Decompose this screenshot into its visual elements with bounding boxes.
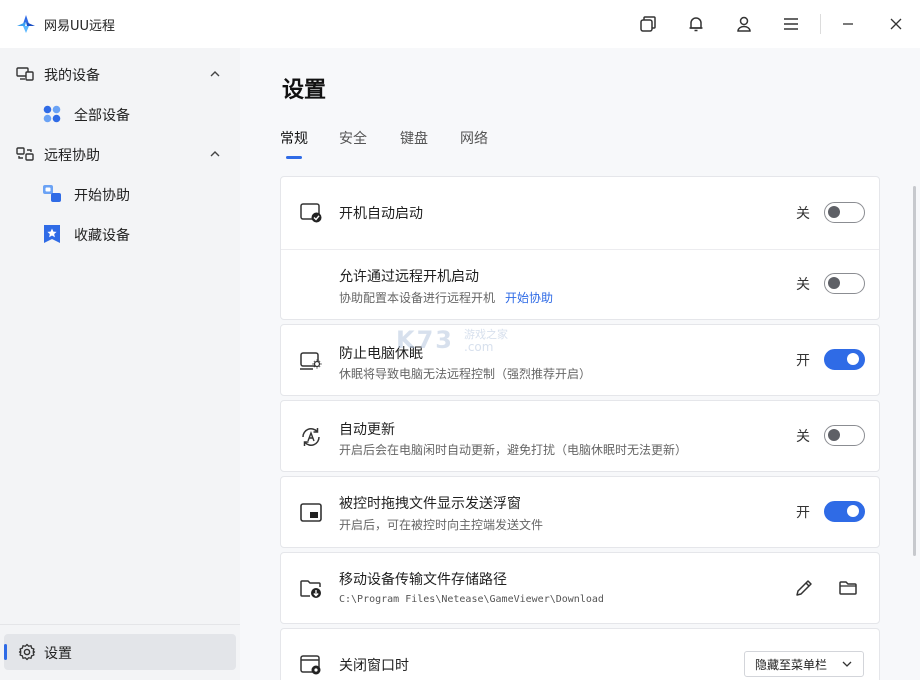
sidebar-item-label: 开始协助 xyxy=(74,188,130,204)
title-bar: 网易UU远程 xyxy=(0,0,920,48)
monitor-check-icon xyxy=(300,203,322,223)
scrollbar[interactable] xyxy=(913,186,916,556)
main-menu-button[interactable] xyxy=(779,12,803,36)
tab-security[interactable]: 安全 xyxy=(339,128,367,148)
toggle-state-label: 关 xyxy=(796,429,810,445)
setting-subtitle: 休眠将导致电脑无法远程控制（强烈推荐开启） xyxy=(339,367,592,381)
close-icon xyxy=(890,18,902,30)
prevent-sleep-toggle[interactable] xyxy=(824,349,865,370)
main-content: 设置 常规 安全 键盘 网络 开机自动启动 关 允许通过远程开机启动 协助配置本… xyxy=(240,48,920,680)
setting-subtitle: 开启后会在电脑闲时自动更新，避免打扰（电脑休眠时无法更新） xyxy=(339,443,688,457)
remote-boot-toggle[interactable] xyxy=(824,273,865,294)
setting-row-remote-boot: 允许通过远程开机启动 协助配置本设备进行远程开机 开始协助 关 xyxy=(281,250,881,320)
remote-assist-icon xyxy=(16,147,34,161)
settings-card-auto-update: 自动更新 开启后会在电脑闲时自动更新，避免打扰（电脑休眠时无法更新） 关 xyxy=(280,400,880,472)
notifications-button[interactable] xyxy=(684,12,708,36)
auto-start-toggle[interactable] xyxy=(824,202,865,223)
minimize-button[interactable] xyxy=(836,12,860,36)
floating-window-icon xyxy=(300,503,322,522)
close-window-select-value: 隐藏至菜单栏 xyxy=(755,658,828,672)
user-icon xyxy=(737,16,751,32)
close-button[interactable] xyxy=(884,12,908,36)
sidebar-divider xyxy=(0,624,240,625)
toggle-state-label: 开 xyxy=(796,353,810,369)
page-title: 设置 xyxy=(282,78,327,103)
setting-subtitle-text: 协助配置本设备进行远程开机 xyxy=(339,291,496,305)
start-assist-link[interactable]: 开始协助 xyxy=(505,291,553,305)
setting-row-auto-start: 开机自动启动 关 xyxy=(281,177,881,249)
monitor-sun-icon xyxy=(300,352,322,370)
toggle-state-label: 关 xyxy=(796,277,810,293)
auto-update-toggle[interactable] xyxy=(824,425,865,446)
sidebar-item-all-devices[interactable]: 全部设备 xyxy=(0,94,240,134)
window-copy-button[interactable] xyxy=(636,12,660,36)
chevron-up-icon xyxy=(210,151,220,157)
drag-file-toggle[interactable] xyxy=(824,501,865,522)
toggle-state-label: 关 xyxy=(796,206,810,222)
watermark: K73 游戏之家 .com xyxy=(396,326,526,358)
toggle-state-label: 开 xyxy=(796,505,810,521)
favorite-icon xyxy=(44,225,60,243)
tab-network[interactable]: 网络 xyxy=(460,128,488,148)
edit-icon[interactable] xyxy=(793,577,815,599)
minimize-icon xyxy=(843,23,853,25)
setting-title: 被控时拖拽文件显示发送浮窗 xyxy=(339,496,521,512)
active-indicator xyxy=(4,644,7,660)
setting-subtitle: 协助配置本设备进行远程开机 开始协助 xyxy=(339,289,553,306)
settings-card-prevent-sleep: 防止电脑休眠 休眠将导致电脑无法远程控制（强烈推荐开启） 开 xyxy=(280,324,880,396)
folder-icon[interactable] xyxy=(837,577,859,599)
tab-active-underline xyxy=(286,156,302,159)
menu-icon xyxy=(784,18,798,30)
sidebar-item-label: 设置 xyxy=(44,646,72,662)
sidebar-item-start-assist[interactable]: 开始协助 xyxy=(0,174,240,214)
sidebar-item-favorites[interactable]: 收藏设备 xyxy=(0,214,240,254)
setting-title: 移动设备传输文件存储路径 xyxy=(339,572,507,588)
settings-card-storage-path: 移动设备传输文件存储路径 C:\Program Files\Netease\Ga… xyxy=(280,552,880,624)
close-window-select[interactable]: 隐藏至菜单栏 xyxy=(744,651,864,677)
auto-update-icon xyxy=(302,428,320,446)
setting-title: 开机自动启动 xyxy=(339,206,423,222)
storage-path-value: C:\Program Files\Netease\GameViewer\Down… xyxy=(339,594,604,605)
setting-title: 允许通过远程开机启动 xyxy=(339,269,479,285)
watermark-domain: .com xyxy=(464,340,494,354)
window-copy-icon xyxy=(640,16,656,32)
chevron-down-icon xyxy=(842,661,852,667)
sidebar-group-remote-assist[interactable]: 远程协助 xyxy=(0,134,240,174)
gear-icon xyxy=(18,643,36,661)
settings-card-startup: 开机自动启动 关 允许通过远程开机启动 协助配置本设备进行远程开机 开始协助 关 xyxy=(280,176,880,320)
sidebar-item-label: 全部设备 xyxy=(74,108,130,124)
settings-card-close-window: 关闭窗口时 隐藏至菜单栏 xyxy=(280,628,880,680)
chevron-up-icon xyxy=(210,71,220,77)
sidebar-group-label: 远程协助 xyxy=(44,148,100,164)
window-gear-icon xyxy=(300,655,321,675)
all-devices-icon xyxy=(43,105,61,123)
sidebar-item-label: 收藏设备 xyxy=(74,228,130,244)
app-logo-icon xyxy=(17,15,35,33)
title-bar-divider xyxy=(820,14,821,34)
sidebar-item-settings[interactable]: 设置 xyxy=(4,634,236,670)
setting-title: 自动更新 xyxy=(339,422,395,438)
devices-icon xyxy=(16,67,34,81)
settings-card-drag-file: 被控时拖拽文件显示发送浮窗 开启后，可在被控时向主控端发送文件 开 xyxy=(280,476,880,548)
tab-keyboard[interactable]: 键盘 xyxy=(400,128,428,148)
app-title: 网易UU远程 xyxy=(44,19,116,34)
setting-subtitle: 开启后，可在被控时向主控端发送文件 xyxy=(339,518,544,532)
sidebar-group-label: 我的设备 xyxy=(44,68,100,84)
bell-icon xyxy=(689,17,703,32)
folder-download-icon xyxy=(300,580,321,598)
start-assist-icon xyxy=(43,185,61,202)
account-button[interactable] xyxy=(732,12,756,36)
watermark-text: K73 xyxy=(396,326,454,354)
setting-title: 关闭窗口时 xyxy=(339,658,409,674)
tab-general[interactable]: 常规 xyxy=(280,128,308,148)
sidebar-group-my-devices[interactable]: 我的设备 xyxy=(0,54,240,94)
sidebar: 我的设备 全部设备 远程协助 开始协助 收藏设备 设置 xyxy=(0,48,240,680)
